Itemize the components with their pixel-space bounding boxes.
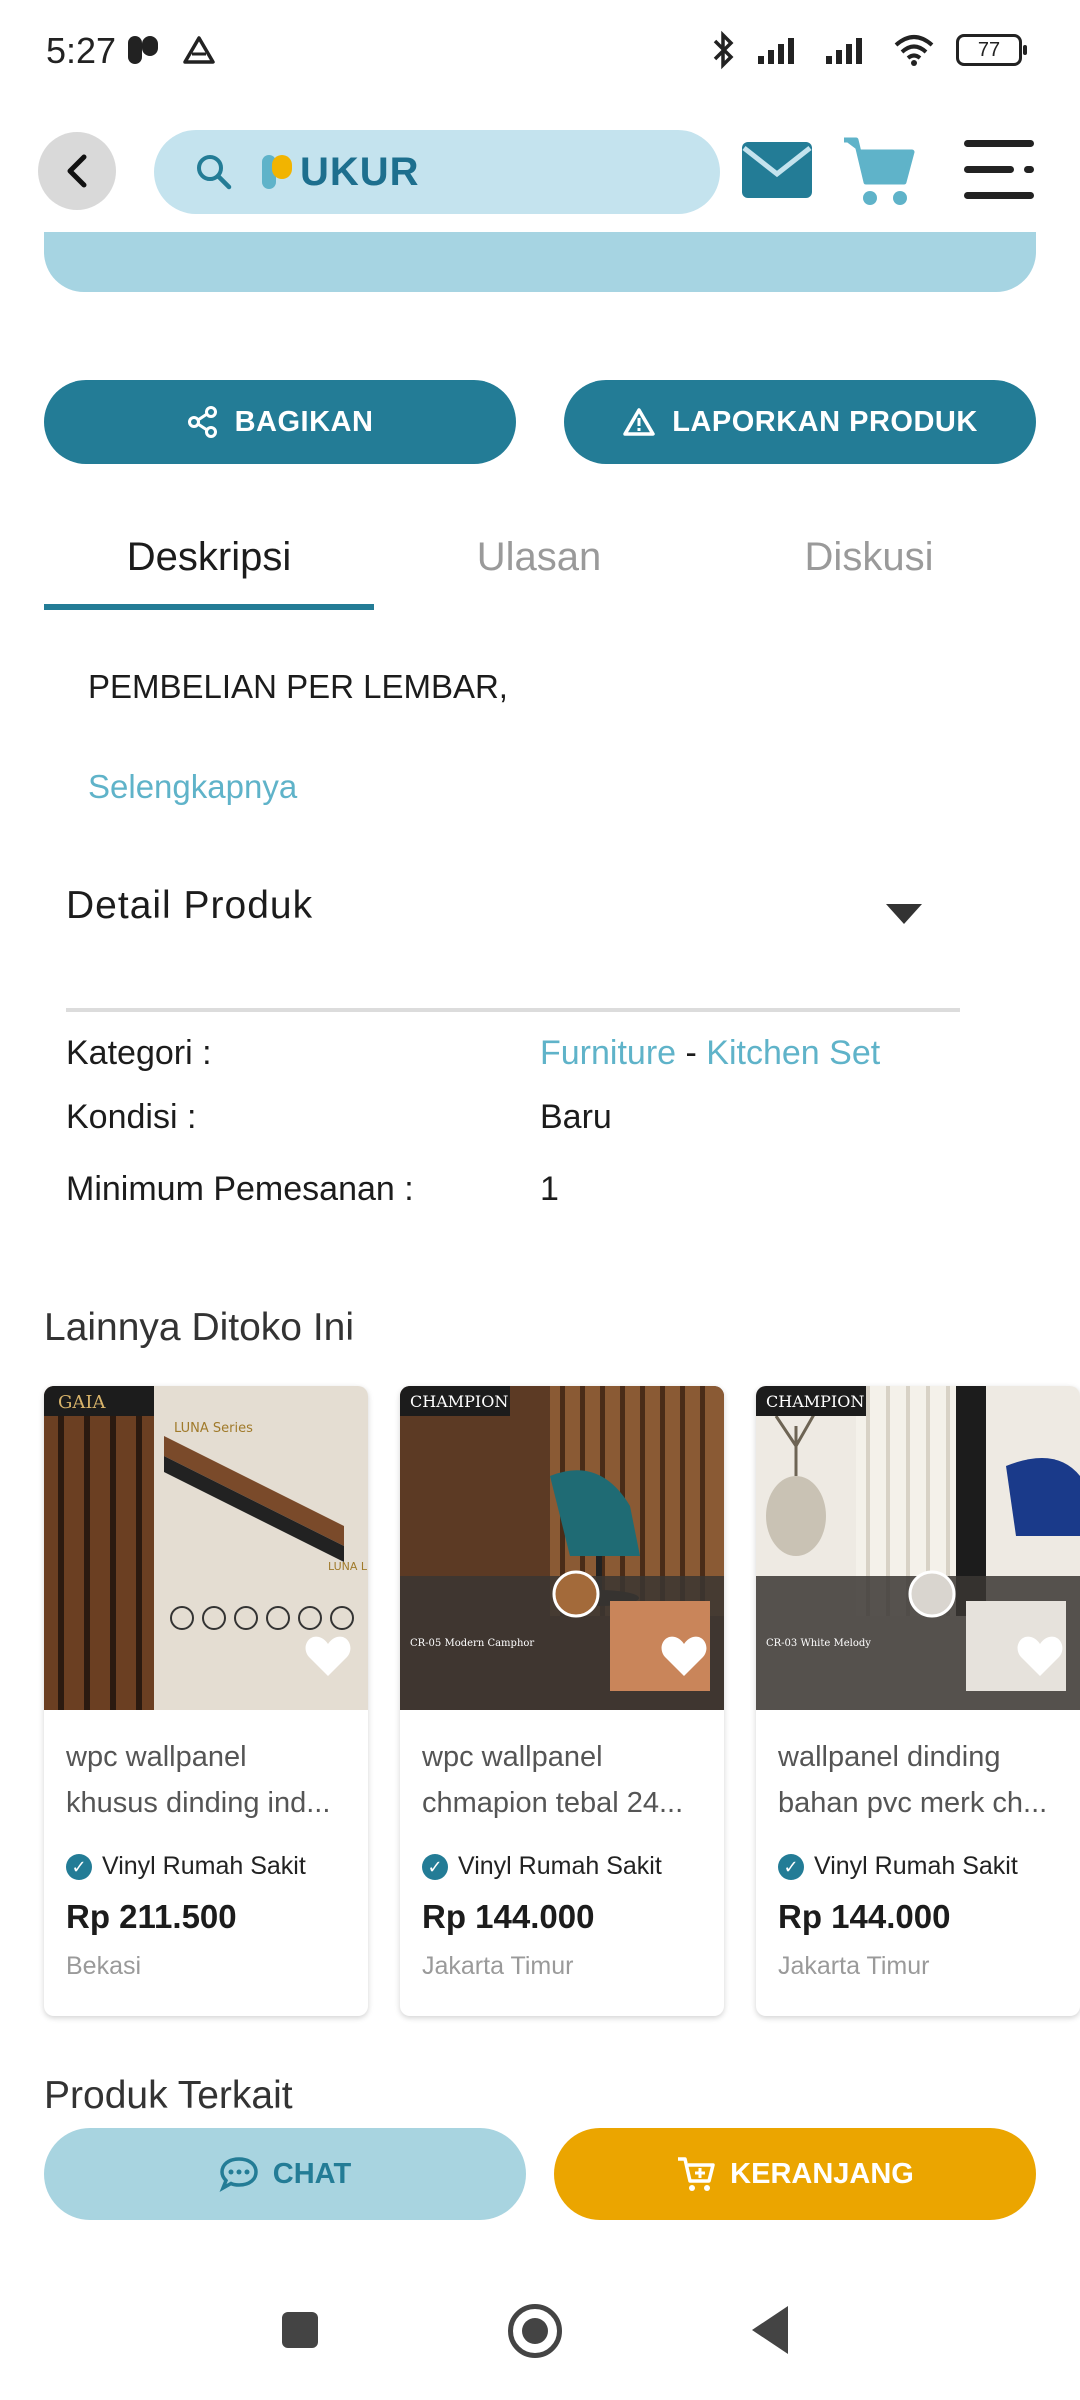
category-separator: - [685,1034,697,1072]
search-icon [197,155,232,190]
card-variant-text: CR-05 Modern Camphor [410,1638,534,1649]
product-name: wpc wallpanel chmapion tebal 24... [422,1741,684,1819]
card-brand-text: CHAMPION [766,1392,864,1411]
detail-accordion-header[interactable]: Detail Produk [66,884,960,974]
min-order-label: Minimum Pemesanan : [66,1170,414,1208]
product-tabs: Deskripsi Ulasan Diskusi [44,520,1036,612]
battery-icon: 77 [956,34,1027,66]
top-header: UKUR [0,120,1080,220]
category-sub-link[interactable]: Kitchen Set [706,1034,880,1072]
cart-icon[interactable] [842,134,918,210]
product-card[interactable]: GAIA LUNA Series LUNA Light Oak wpc wall… [44,1386,368,2016]
detail-title: Detail Produk [66,884,314,927]
product-image: CHAMPION CR-05 Modern Camphor [400,1386,724,1710]
menu-icon[interactable] [962,136,1036,204]
chat-button[interactable]: CHAT [44,2128,526,2220]
verified-icon: ✓ [422,1853,448,1880]
description-text: PEMBELIAN PER LEMBAR, [88,668,508,705]
status-notification-icons [126,32,216,68]
logo-mark-icon [262,155,292,189]
category-value: Furniture - Kitchen Set [540,1034,880,1073]
bluetooth-icon [713,30,734,70]
home-button[interactable] [508,2304,562,2358]
read-more-link[interactable]: Selengkapnya [88,768,297,806]
verified-icon: ✓ [778,1853,804,1880]
heart-icon[interactable] [304,1634,352,1678]
cart-plus-icon [678,2157,715,2191]
recents-button[interactable] [282,2312,318,2348]
product-name: wallpanel dinding bahan pvc merk ch... [778,1741,1048,1819]
condition-value: Baru [540,1098,612,1136]
tab-deskripsi[interactable]: Deskripsi [44,520,374,612]
header-banner-strip [44,232,1036,292]
signal-icon [758,38,794,64]
card-variant-text: LUNA Light Oak [328,1560,368,1573]
product-location: Jakarta Timur [422,1952,574,1980]
verified-icon: ✓ [66,1853,92,1880]
cart-label: KERANJANG [730,2157,914,2190]
product-price: Rp 144.000 [778,1898,951,1935]
seller-info: ✓ Vinyl Rumah Sakit [422,1852,662,1881]
share-icon [187,406,217,438]
system-back-button[interactable] [752,2306,788,2354]
back-button[interactable] [38,132,116,210]
product-name: wpc wallpanel khusus dinding ind... [66,1741,331,1819]
warning-icon [623,408,655,436]
report-label: LAPORKAN PRODUK [672,405,978,438]
mail-icon[interactable] [740,140,814,200]
add-to-cart-button[interactable]: KERANJANG [554,2128,1036,2220]
share-button[interactable]: BAGIKAN [44,380,516,464]
signal-icon-2 [826,38,862,64]
drive-icon [183,36,215,64]
search-bar[interactable]: UKUR [154,130,720,214]
bottom-action-bar: CHAT KERANJANG [0,2110,1080,2290]
seller-info: ✓ Vinyl Rumah Sakit [66,1852,306,1881]
product-image: CHAMPION CR-03 White Melody [756,1386,1080,1710]
product-location: Jakarta Timur [778,1952,930,1980]
caret-down-icon [886,904,922,924]
card-variant-text: CR-03 White Melody [766,1638,871,1649]
status-system-icons: 77 [710,30,1027,70]
back-icon [67,154,87,188]
status-time: 5:27 [46,30,117,71]
active-tab-indicator [44,604,374,610]
logo-text: UKUR [300,149,420,194]
status-bar: 5:27 77 [0,0,1080,100]
heart-icon[interactable] [660,1634,708,1678]
product-card[interactable]: CHAMPION CR-03 White Melody wallpanel di… [756,1386,1080,2016]
app-notification-icon [128,36,158,64]
chat-bubble-icon [219,2157,258,2192]
category-main-link[interactable]: Furniture [540,1034,676,1072]
system-nav-bar [0,2290,1080,2400]
wifi-icon [894,35,934,66]
seller-name: Vinyl Rumah Sakit [458,1852,662,1880]
category-label: Kategori : [66,1034,212,1072]
card-series-text: LUNA Series [174,1421,253,1436]
product-image: GAIA LUNA Series LUNA Light Oak [44,1386,368,1710]
other-products-title: Lainnya Ditoko Ini [44,1306,355,1349]
divider [66,1008,960,1012]
card-brand-text: CHAMPION [410,1392,508,1411]
tab-ulasan[interactable]: Ulasan [374,520,704,612]
share-label: BAGIKAN [234,405,374,438]
card-brand-text: GAIA [58,1392,106,1413]
seller-info: ✓ Vinyl Rumah Sakit [778,1852,1018,1881]
product-card[interactable]: CHAMPION CR-05 Modern Camphor wpc wallpa… [400,1386,724,2016]
product-price: Rp 211.500 [66,1898,237,1935]
condition-label: Kondisi : [66,1098,197,1136]
heart-icon[interactable] [1016,1634,1064,1678]
product-price: Rp 144.000 [422,1898,595,1935]
chat-label: CHAT [272,2157,352,2190]
product-location: Bekasi [66,1952,142,1980]
seller-name: Vinyl Rumah Sakit [102,1852,306,1880]
tab-diskusi[interactable]: Diskusi [704,520,1034,612]
ukur-logo: UKUR [260,150,420,195]
report-product-button[interactable]: LAPORKAN PRODUK [564,380,1036,464]
min-order-value: 1 [540,1170,559,1208]
seller-name: Vinyl Rumah Sakit [814,1852,1018,1880]
